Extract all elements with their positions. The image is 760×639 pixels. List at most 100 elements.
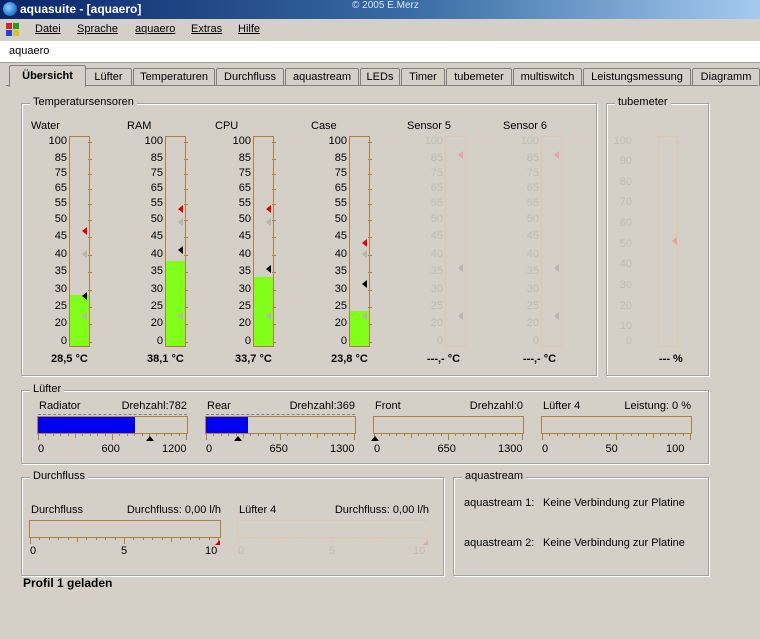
tubemeter-reading: --- % <box>659 353 683 365</box>
scale-label: 35 <box>430 265 443 277</box>
scale-label: 600 <box>101 443 120 455</box>
sensor-name: Sensor 6 <box>503 120 548 132</box>
document-icon[interactable] <box>6 23 20 37</box>
scale-label: 0 <box>30 545 37 557</box>
sensor-name: RAM <box>127 120 152 132</box>
scale-tick <box>88 189 92 190</box>
scale-label: 25 <box>430 300 443 312</box>
scale-tick <box>331 434 333 436</box>
scale-tick <box>88 290 92 291</box>
group-title: tubemeter <box>615 96 671 108</box>
tab-leds[interactable]: LEDs <box>360 68 400 86</box>
scale-tick <box>464 142 468 143</box>
menu-hilfe[interactable]: Hilfe <box>238 23 260 35</box>
scale-label: 100 <box>48 135 67 147</box>
scale-tick <box>88 142 92 143</box>
flow-bar <box>29 520 221 538</box>
scale-tick <box>184 220 188 221</box>
scale-label: 40 <box>430 248 443 260</box>
tab-leistungsmessung[interactable]: Leistungsmessung <box>583 68 691 86</box>
scale-label: 55 <box>526 197 539 209</box>
scale-label: 50 <box>430 213 443 225</box>
scale-tick <box>126 434 128 436</box>
scale-tick <box>571 434 573 436</box>
aquastream-group: aquastream aquastream 1: Keine Verbindun… <box>453 470 709 576</box>
scale-label: 75 <box>430 167 443 179</box>
tab-multiswitch[interactable]: multiswitch <box>513 68 582 86</box>
scale-label: 45 <box>430 230 443 242</box>
warning-marker-icon <box>178 312 183 321</box>
scale-tick <box>156 434 158 436</box>
scale-tick <box>208 538 210 540</box>
scale-tick <box>60 434 62 436</box>
scale-tick <box>676 265 680 266</box>
scale-tick <box>67 434 69 436</box>
scale-tick <box>464 307 468 308</box>
fan-metric: Drehzahl:782 <box>121 400 187 412</box>
fan-bar <box>205 414 356 434</box>
scale-label: 45 <box>54 230 67 242</box>
menu-datei[interactable]: Datei <box>35 23 61 35</box>
warning-marker-icon <box>178 246 183 255</box>
scale-label: 10 <box>205 545 218 557</box>
scale-tick <box>464 324 468 325</box>
scale-tick <box>690 434 691 440</box>
copyright-text: © 2005 E.Merz <box>352 0 419 11</box>
scale-label: 20 <box>54 317 67 329</box>
title-bar[interactable]: aquasuite - [aquaero] © 2005 E.Merz <box>0 0 760 19</box>
menu-extras[interactable]: Extras <box>191 23 222 35</box>
scale-label: 65 <box>430 182 443 194</box>
scale-tick <box>560 272 564 273</box>
scale-tick <box>105 538 107 540</box>
scale-label: 35 <box>150 265 163 277</box>
warning-marker-icon <box>362 250 367 258</box>
menu-aquaero[interactable]: aquaero <box>135 23 175 35</box>
fan-marker-line <box>206 414 355 416</box>
scale-tick <box>171 434 173 436</box>
scale-tick <box>368 174 372 175</box>
scale-label: 55 <box>54 197 67 209</box>
scale-label: 50 <box>238 213 251 225</box>
scale-tick <box>350 538 352 540</box>
temperature-fill <box>70 295 89 346</box>
scale-label: 0 <box>244 335 251 347</box>
sensor-name: Sensor 5 <box>407 120 452 132</box>
tab-durchfluss[interactable]: Durchfluss <box>216 68 284 86</box>
scale-tick <box>379 538 380 542</box>
app-logo-icon <box>3 2 17 16</box>
tab-diagramm[interactable]: Diagramm <box>692 68 760 86</box>
tab-luefter[interactable]: Lüfter <box>85 68 132 86</box>
scale-tick <box>549 434 551 436</box>
scale-tick <box>608 434 610 436</box>
tab-timer[interactable]: Timer <box>401 68 445 86</box>
fan-fill <box>206 417 248 433</box>
scale-tick <box>184 237 188 238</box>
tab-aquastream[interactable]: aquastream <box>285 68 359 86</box>
sensor-name: CPU <box>215 120 239 132</box>
scale-label: 0 <box>625 335 632 347</box>
scale-label: 0 <box>340 335 347 347</box>
warning-marker-icon <box>266 218 271 227</box>
scale-label: 60 <box>619 217 632 229</box>
tab-tubemeter[interactable]: tubemeter <box>446 68 512 86</box>
scale-tick <box>676 142 680 143</box>
menu-sprache[interactable]: Sprache <box>77 23 118 35</box>
scale-tick <box>186 434 187 440</box>
scale-tick <box>317 434 318 438</box>
scale-tick <box>82 434 84 436</box>
warning-marker-icon <box>362 312 367 321</box>
group-title: Durchfluss <box>30 470 88 482</box>
tab-temperaturen[interactable]: Temperaturen <box>133 68 215 86</box>
device-header: aquaero <box>0 42 760 63</box>
scale-tick <box>403 434 405 436</box>
sensor-name: Case <box>311 120 337 132</box>
scale-label: 100 <box>424 135 443 147</box>
scale-tick <box>152 538 154 540</box>
tab-uebersicht[interactable]: Übersicht <box>9 65 86 87</box>
scale-label: 85 <box>334 152 347 164</box>
scale-tick <box>161 538 163 540</box>
fan-fill <box>38 417 135 433</box>
scale-tick <box>560 237 564 238</box>
scale-tick <box>464 174 468 175</box>
scale-tick <box>346 434 348 436</box>
